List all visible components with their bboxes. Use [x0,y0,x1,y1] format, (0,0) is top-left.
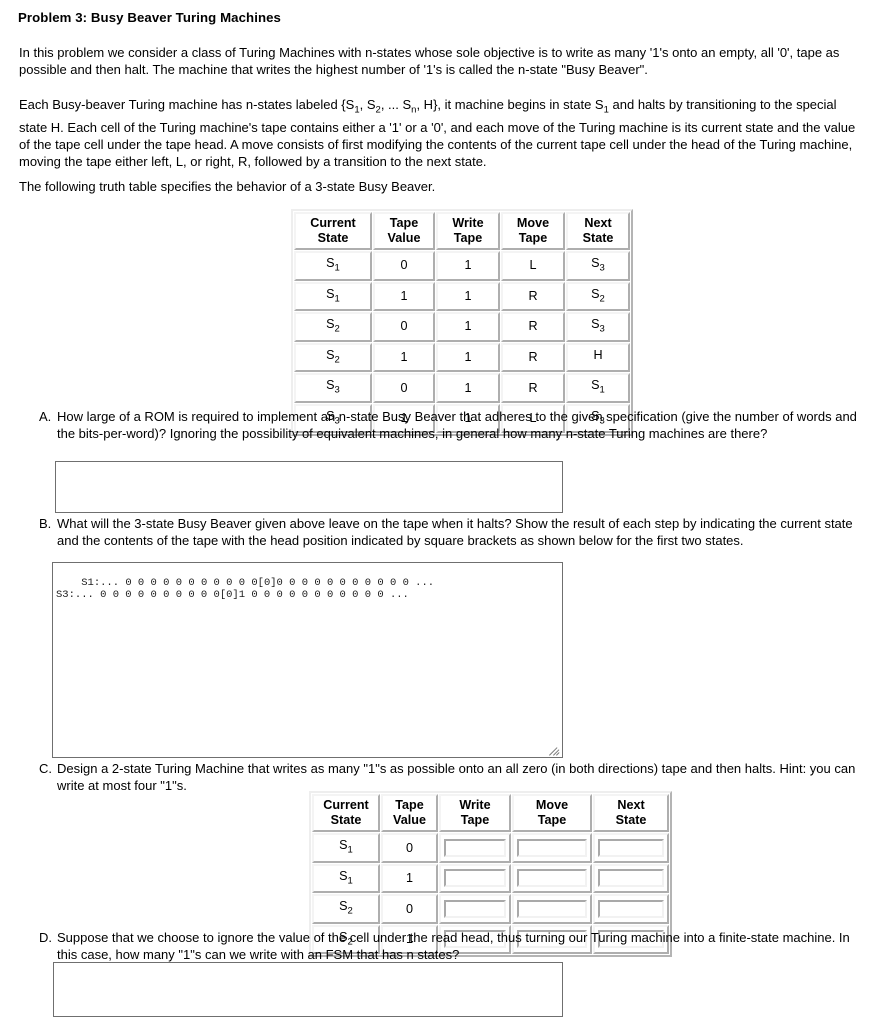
cell-move-tape: R [501,281,565,312]
answer-textarea-d[interactable] [53,962,563,1017]
cell-tape-value: 0 [373,312,435,342]
cell-move-tape: R [501,373,565,403]
table-row: S1 1 [312,863,669,894]
item-text-d: Suppose that we choose to ignore the val… [57,930,850,963]
cell-current-state: S1 [312,863,380,894]
cell-next-state[interactable] [593,833,669,863]
table-row: S2 1 1 R H [294,342,630,373]
cell-write-tape: 1 [436,312,500,342]
cell-next-state: S3 [566,251,630,281]
item-letter-b: B. [39,516,52,531]
cell-move-tape: R [501,312,565,342]
question-item-a: A. How large of a ROM is required to imp… [39,408,864,443]
intro-paragraph-2: Each Busy-beaver Turing machine has n-st… [19,97,856,170]
move-tape-input[interactable] [517,899,587,918]
write-tape-input[interactable] [444,838,506,857]
page-title: Problem 3: Busy Beaver Turing Machines [18,10,281,25]
item-letter-a: A. [39,409,52,424]
cell-move-tape: R [501,342,565,373]
table-row: S1 0 1 L S3 [294,251,630,281]
answer-textarea-b[interactable]: S1:... 0 0 0 0 0 0 0 0 0 0 0[0]0 0 0 0 0… [52,562,563,758]
problem-page: Problem 3: Busy Beaver Turing Machines I… [0,0,877,1024]
column-header-current-state: Current State [294,212,372,251]
cell-tape-value: 0 [373,373,435,403]
column-header-next-state: Next State [566,212,630,251]
write-tape-input[interactable] [444,899,506,918]
write-tape-input[interactable] [444,869,506,888]
item-text-b: What will the 3-state Busy Beaver given … [57,516,853,549]
cell-next-state[interactable] [593,863,669,894]
tape-trace-text: S1:... 0 0 0 0 0 0 0 0 0 0 0[0]0 0 0 0 0… [56,577,435,602]
column-header-write-tape: Write Tape [436,212,500,251]
busy-beaver-truth-table: Current State Tape Value Write Tape Move… [291,209,633,437]
column-header-tape-value: Tape Value [381,794,438,833]
table-row: S1 1 1 R S2 [294,281,630,312]
next-state-input[interactable] [598,869,664,888]
cell-tape-value: 0 [381,833,438,863]
question-item-d: D. Suppose that we choose to ignore the … [39,929,864,964]
cell-write-tape: 1 [436,342,500,373]
intro-paragraph-3: The following truth table specifies the … [19,179,436,194]
column-header-next-state: Next State [593,794,669,833]
cell-current-state: S2 [294,342,372,373]
cell-next-state: S3 [566,312,630,342]
intro-paragraph-1: In this problem we consider a class of T… [19,45,840,78]
move-tape-input[interactable] [517,838,587,857]
cell-write-tape[interactable] [439,863,511,894]
next-state-input[interactable] [598,899,664,918]
cell-next-state[interactable] [593,894,669,924]
next-state-input[interactable] [598,838,664,857]
table-row: S2 0 [312,894,669,924]
cell-move-tape[interactable] [512,833,592,863]
cell-current-state: S2 [294,312,372,342]
table-row: S2 0 1 R S3 [294,312,630,342]
cell-move-tape: L [501,251,565,281]
cell-write-tape: 1 [436,281,500,312]
question-item-b: B. What will the 3-state Busy Beaver giv… [39,515,864,550]
column-header-move-tape: Move Tape [512,794,592,833]
table-row: S1 0 [312,833,669,863]
move-tape-input[interactable] [517,869,587,888]
table-row: S3 0 1 R S1 [294,373,630,403]
cell-next-state: S2 [566,281,630,312]
cell-current-state: S1 [294,281,372,312]
cell-current-state: S1 [312,833,380,863]
cell-write-tape[interactable] [439,833,511,863]
column-header-tape-value: Tape Value [373,212,435,251]
cell-write-tape[interactable] [439,894,511,924]
item-text-c: Design a 2-state Turing Machine that wri… [57,761,856,794]
answer-textarea-a[interactable] [55,461,563,513]
table-header-row: Current State Tape Value Write Tape Move… [294,212,630,251]
column-header-move-tape: Move Tape [501,212,565,251]
cell-current-state: S1 [294,251,372,281]
item-letter-d: D. [39,930,52,945]
table-header-row: Current State Tape Value Write Tape Move… [312,794,669,833]
cell-tape-value: 0 [373,251,435,281]
cell-write-tape: 1 [436,373,500,403]
item-text-a: How large of a ROM is required to implem… [57,409,857,442]
cell-move-tape[interactable] [512,863,592,894]
cell-next-state: S1 [566,373,630,403]
cell-current-state: S3 [294,373,372,403]
cell-current-state: S2 [312,894,380,924]
column-header-current-state: Current State [312,794,380,833]
cell-tape-value: 1 [381,863,438,894]
cell-move-tape[interactable] [512,894,592,924]
column-header-write-tape: Write Tape [439,794,511,833]
question-item-c: C. Design a 2-state Turing Machine that … [39,760,864,795]
item-letter-c: C. [39,761,52,776]
cell-tape-value: 0 [381,894,438,924]
cell-next-state: H [566,342,630,373]
cell-write-tape: 1 [436,251,500,281]
resize-handle-icon[interactable] [548,744,561,757]
cell-tape-value: 1 [373,342,435,373]
cell-tape-value: 1 [373,281,435,312]
